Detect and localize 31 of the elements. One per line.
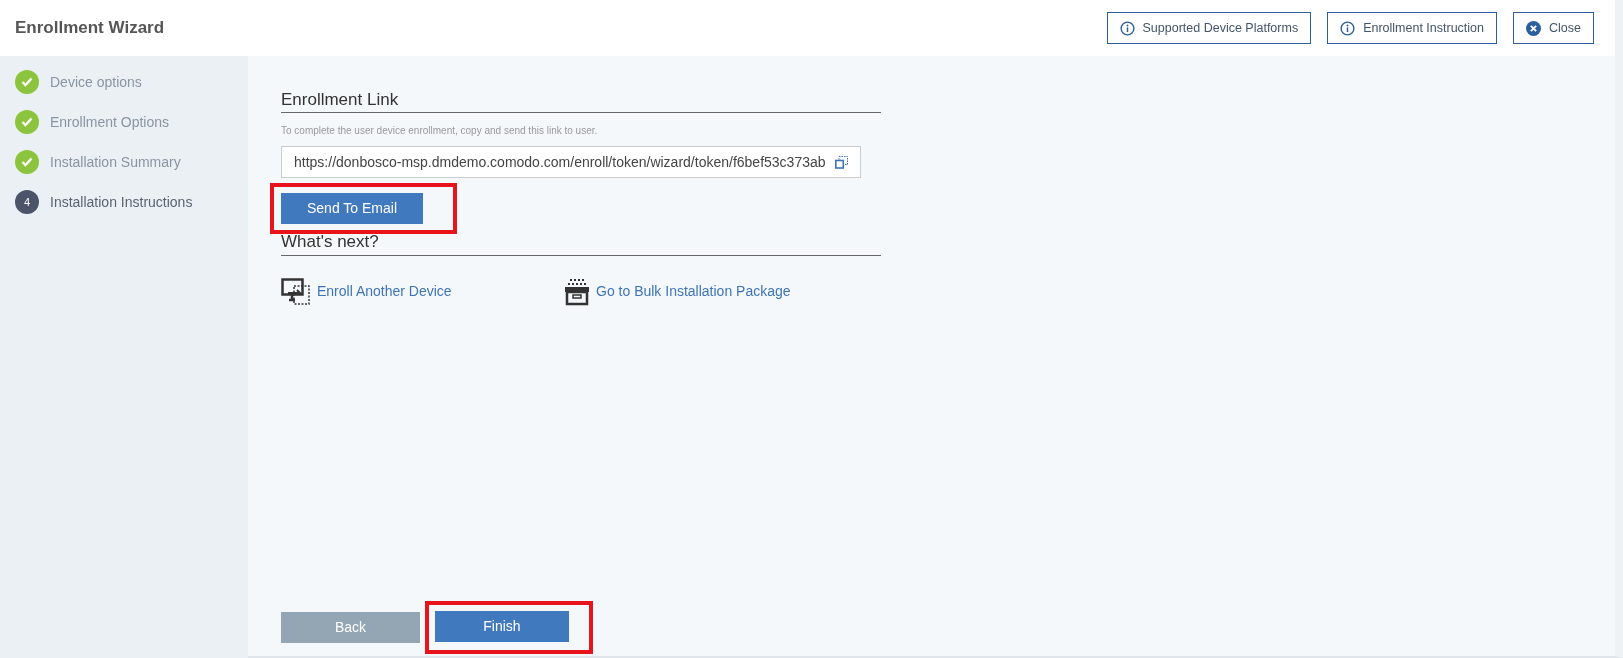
next-step-link[interactable]: Enroll Another Device <box>281 277 564 306</box>
section-heading: Enrollment Link <box>281 90 881 114</box>
step-label: Installation Instructions <box>50 192 193 212</box>
step-label: Device options <box>50 72 142 92</box>
window-title: Enrollment Wizard <box>15 17 165 40</box>
header-button[interactable]: Enrollment Instruction <box>1327 12 1498 44</box>
hint-text: To complete the user device enrollment, copy and send this link to user. <box>281 124 599 139</box>
back-button[interactable]: Back <box>281 612 420 643</box>
copy-icon[interactable] <box>835 155 848 169</box>
step-number: 4 <box>15 190 39 214</box>
wizard-step[interactable]: Device options <box>15 62 233 102</box>
header-button[interactable]: Supported Device Platforms <box>1106 12 1312 44</box>
step-label: Enrollment Options <box>50 112 170 132</box>
wizard-step[interactable]: Enrollment Options <box>15 102 233 142</box>
box-icon <box>564 277 590 306</box>
section-heading: What's next? <box>281 232 881 256</box>
check-icon <box>15 110 39 134</box>
info-icon <box>1340 20 1356 36</box>
send-email-button[interactable]: Send To Email <box>281 193 423 225</box>
check-icon <box>15 70 39 94</box>
wizard-step[interactable]: 4 Installation Instructions <box>15 182 233 222</box>
link-field[interactable]: https://donbosco-msp.dmdemo.comodo.com/enroll/token/wizard/token/f6bef53c373ab <box>281 146 861 179</box>
check-icon <box>15 150 39 174</box>
info-icon <box>1119 20 1135 36</box>
wizard-step[interactable]: Installation Summary <box>15 142 233 182</box>
finish-button[interactable]: Finish <box>435 611 569 642</box>
next-step-link[interactable]: Go to Bulk Installation Package <box>564 277 847 306</box>
step-label: Installation Summary <box>50 152 181 172</box>
monitor-icon <box>281 277 311 306</box>
close-icon <box>1526 20 1542 36</box>
header-button[interactable]: Close <box>1513 12 1594 44</box>
